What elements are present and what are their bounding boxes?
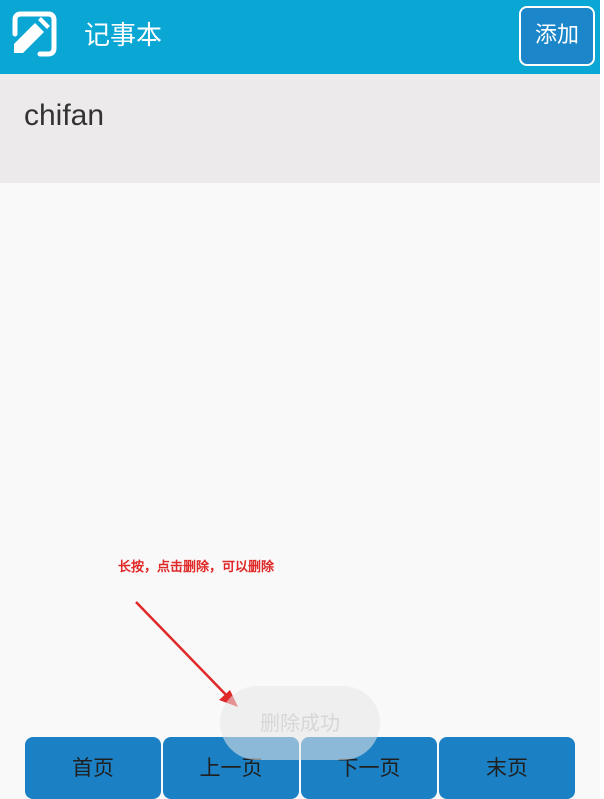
annotation-text: 长按，点击删除，可以删除 — [118, 560, 275, 575]
screen-edge — [600, 0, 604, 799]
app-bar: 记事本 添加 — [0, 0, 600, 74]
note-title: chifan — [24, 99, 105, 132]
first-page-button[interactable]: 首页 — [25, 737, 161, 799]
app-screen: 记事本 添加 chifan 长按，点击删除，可以删除 首页 上一页 下一页 末页… — [0, 0, 600, 799]
app-title: 记事本 — [84, 21, 163, 51]
add-note-button[interactable]: 添加 — [519, 6, 595, 66]
note-list-item[interactable]: chifan — [0, 74, 600, 183]
notepad-pen-icon — [12, 11, 57, 57]
toast-message: 删除成功 — [220, 686, 380, 760]
last-page-button[interactable]: 末页 — [439, 737, 575, 799]
